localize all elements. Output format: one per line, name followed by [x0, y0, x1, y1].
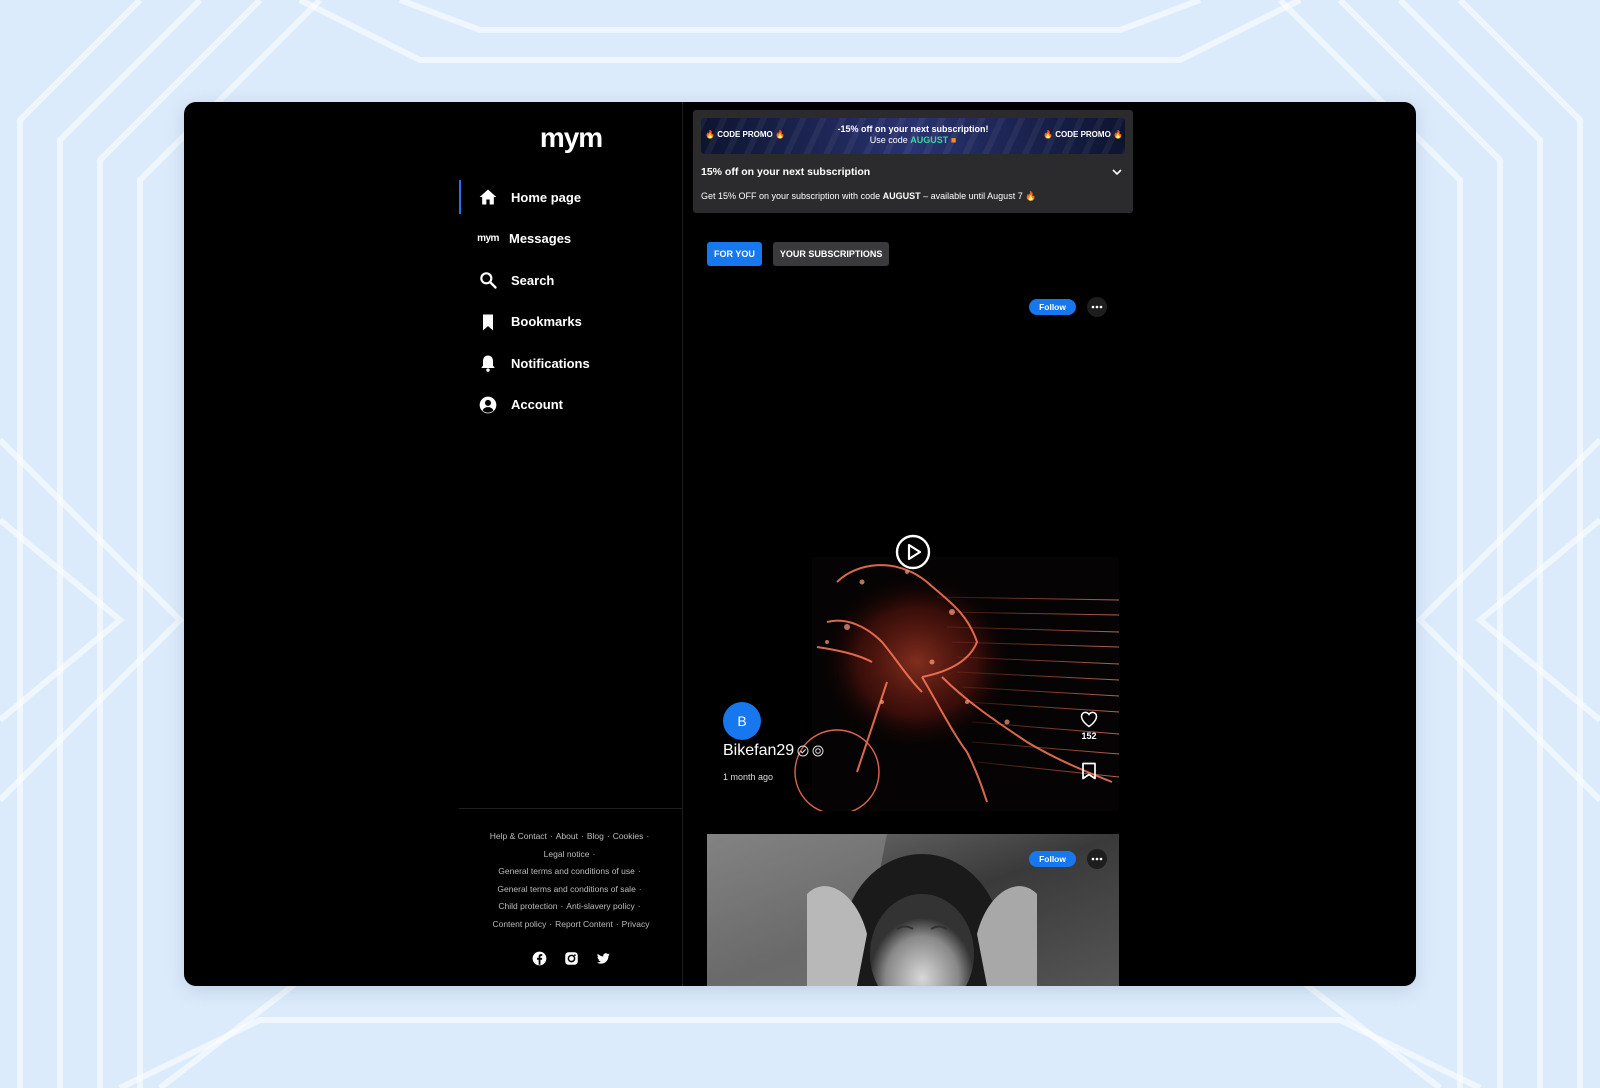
sidebar-item-notifications[interactable]: Notifications — [459, 346, 683, 380]
home-icon — [477, 186, 499, 208]
post-timestamp: 1 month ago — [723, 772, 774, 782]
footer-link-terms-use[interactable]: General terms and conditions of use — [498, 866, 635, 876]
follow-button[interactable]: Follow — [1029, 851, 1076, 867]
promo-banner[interactable]: 🔥 CODE PROMO 🔥 -15% off on your next sub… — [701, 118, 1125, 154]
verified-badge-icon — [797, 745, 809, 757]
footer-link-terms-sale[interactable]: General terms and conditions of sale — [497, 884, 635, 894]
chevron-down-icon[interactable] — [1111, 166, 1123, 178]
mym-logo[interactable]: mym — [459, 122, 683, 154]
footer-link-about[interactable]: About — [556, 831, 578, 841]
footer-link-anti-slavery[interactable]: Anti-slavery policy — [566, 901, 635, 911]
mym-messages-icon: mym — [477, 233, 499, 244]
twitter-icon[interactable] — [595, 950, 611, 966]
sidebar-item-bookmarks[interactable]: Bookmarks — [459, 305, 683, 339]
sidebar-item-label: Account — [511, 397, 563, 412]
banner-right-label: 🔥 CODE PROMO 🔥 — [1043, 130, 1123, 139]
footer-link-help[interactable]: Help & Contact — [490, 831, 547, 841]
tab-your-subscriptions[interactable]: YOUR SUBSCRIPTIONS — [772, 242, 890, 266]
app-window: mym Home page mym Messages Search Bookma… — [184, 102, 1416, 986]
footer-link-blog[interactable]: Blog — [587, 831, 604, 841]
footer-links: Help & Contact · About · Blog · Cookies · Legal… — [489, 831, 650, 929]
sidebar-item-label: Home page — [511, 189, 582, 205]
gift-icon: ■ — [950, 135, 957, 145]
feed-post[interactable]: Follow B Bikefan29 1 month ago 152 — [707, 282, 1119, 811]
footer-link-privacy[interactable]: Privacy — [622, 919, 650, 929]
sidebar-item-label: Notifications — [511, 355, 590, 371]
sidebar-item-label: Search — [511, 272, 555, 288]
follow-button[interactable]: Follow — [1029, 299, 1076, 315]
bell-icon — [477, 352, 499, 374]
more-dots-icon — [1091, 857, 1103, 861]
facebook-icon[interactable] — [531, 950, 547, 966]
promo-description: Get 15% OFF on your subscription with co… — [701, 191, 1037, 201]
account-icon — [477, 394, 499, 416]
avatar[interactable]: B — [723, 702, 761, 740]
sidebar: mym Home page mym Messages Search Bookma… — [459, 102, 683, 986]
sidebar-item-account[interactable]: Account — [459, 388, 683, 422]
sidebar-nav: Home page mym Messages Search Bookmarks — [459, 180, 683, 429]
more-options-button[interactable] — [1087, 297, 1107, 317]
footer-link-report[interactable]: Report Content — [555, 919, 613, 929]
sidebar-item-messages[interactable]: mym Messages — [459, 222, 683, 256]
play-icon[interactable] — [895, 534, 931, 570]
footer-link-cookies[interactable]: Cookies — [613, 831, 644, 841]
sidebar-item-label: Messages — [509, 231, 572, 246]
post-username[interactable]: Bikefan29 — [723, 742, 824, 760]
footer-link-content-policy[interactable]: Content policy — [492, 919, 546, 929]
promo-title: 15% off on your next subscription — [701, 166, 871, 178]
footer-link-child-protection[interactable]: Child protection — [498, 901, 557, 911]
feed-post[interactable]: Follow — [707, 834, 1119, 986]
feed-tabs: FOR YOU YOUR SUBSCRIPTIONS — [707, 242, 890, 266]
more-dots-icon — [1091, 305, 1103, 309]
fire-icon: 🔥 — [1043, 130, 1053, 139]
sidebar-item-search[interactable]: Search — [459, 263, 683, 297]
more-options-button[interactable] — [1087, 849, 1107, 869]
bookmark-icon — [477, 311, 499, 333]
tab-for-you[interactable]: FOR YOU — [707, 242, 762, 266]
heart-icon[interactable] — [1079, 709, 1099, 729]
footer-link-legal[interactable]: Legal notice — [544, 849, 590, 859]
sidebar-item-label: Bookmarks — [511, 314, 582, 329]
fire-icon: 🔥 — [1113, 130, 1123, 139]
bookmark-icon[interactable] — [1081, 762, 1097, 780]
sidebar-item-home[interactable]: Home page — [459, 180, 683, 214]
sidebar-divider — [459, 808, 683, 809]
social-links — [459, 950, 683, 966]
instagram-icon[interactable] — [563, 950, 579, 966]
promo-card[interactable]: 🔥 CODE PROMO 🔥 -15% off on your next sub… — [693, 110, 1133, 213]
like-count: 152 — [1081, 731, 1097, 741]
fire-icon: 🔥 — [1025, 191, 1037, 201]
search-icon — [477, 269, 499, 291]
target-badge-icon — [812, 745, 824, 757]
